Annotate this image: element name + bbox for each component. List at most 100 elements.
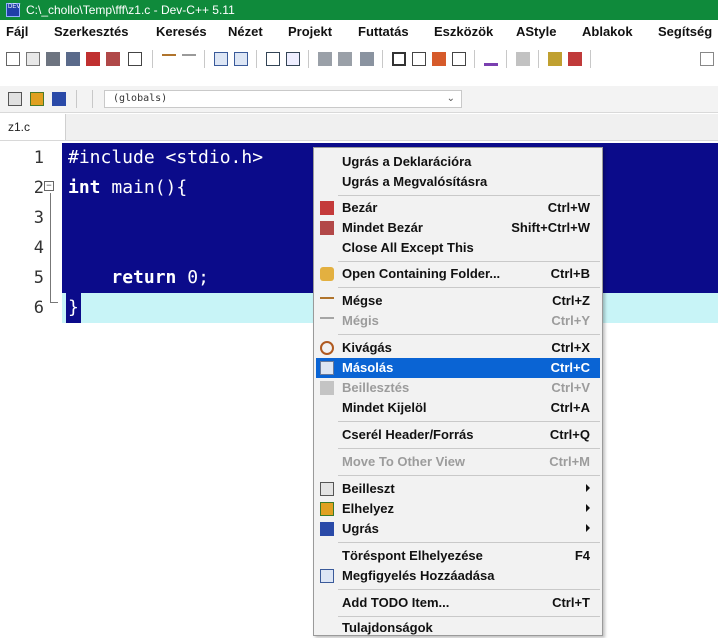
- menu-item-insert[interactable]: Beilleszt: [316, 479, 600, 499]
- save-all-icon[interactable]: [66, 52, 80, 66]
- menu-item-undo[interactable]: Mégse Ctrl+Z: [316, 291, 600, 311]
- menu-separator: [338, 421, 600, 422]
- goto-line-icon[interactable]: [266, 52, 280, 66]
- menu-file[interactable]: Fájl: [6, 24, 28, 39]
- folder-icon: [320, 267, 334, 281]
- toolbar-separator: [382, 50, 383, 68]
- insert-icon: [320, 482, 334, 496]
- menu-item-swap-header-source[interactable]: Cserél Header/Forrás Ctrl+Q: [316, 425, 600, 445]
- scope-combobox[interactable]: (globals) ⌄: [104, 90, 462, 108]
- devcpp-app-icon[interactable]: DEV: [6, 3, 20, 17]
- toolbar-separator: [92, 90, 93, 108]
- indent-icon[interactable]: [286, 52, 300, 66]
- menu-item-goto-bookmark[interactable]: Ugrás: [316, 519, 600, 539]
- layout-icon[interactable]: [452, 52, 466, 66]
- menu-item-close-all-except[interactable]: Close All Except This: [316, 238, 600, 258]
- fold-collapse-icon[interactable]: −: [44, 181, 54, 191]
- close-all-icon[interactable]: [106, 52, 120, 66]
- menu-separator: [338, 287, 600, 288]
- toolbar-separator: [538, 50, 539, 68]
- toolbar-separator: [474, 50, 475, 68]
- find-icon[interactable]: [214, 52, 228, 66]
- new-file-icon[interactable]: [6, 52, 20, 66]
- close-icon[interactable]: [86, 52, 100, 66]
- delete-icon[interactable]: [516, 52, 530, 66]
- menu-astyle[interactable]: AStyle: [516, 24, 556, 39]
- check-icon[interactable]: [484, 52, 498, 66]
- toolbar-separator: [204, 50, 205, 68]
- line-number: 1: [33, 148, 44, 168]
- submenu-arrow-icon: [586, 484, 590, 492]
- bookmark-toggle-icon[interactable]: [30, 92, 44, 106]
- fold-line: [50, 193, 51, 303]
- redo-icon[interactable]: [182, 54, 196, 62]
- menu-separator: [338, 542, 600, 543]
- menu-separator: [338, 261, 600, 262]
- print-icon[interactable]: [128, 52, 142, 66]
- menu-item-close[interactable]: Bezár Ctrl+W: [316, 198, 600, 218]
- line-gutter: 1 2 3 4 5 6 −: [0, 141, 62, 636]
- grid-icon[interactable]: [392, 52, 406, 66]
- menu-item-add-watch[interactable]: Megfigyelés Hozzáadása: [316, 566, 600, 586]
- editor-context-menu: Ugrás a Deklarációra Ugrás a Megvalósítá…: [313, 147, 603, 636]
- chart-icon[interactable]: [548, 52, 562, 66]
- window-icon[interactable]: [412, 52, 426, 66]
- menu-help[interactable]: Segítség: [658, 24, 712, 39]
- watch-icon: [320, 569, 334, 583]
- copy-icon: [320, 361, 334, 375]
- goto-bookmark-icon[interactable]: [52, 92, 66, 106]
- menu-item-select-all[interactable]: Mindet Kijelöl Ctrl+A: [316, 398, 600, 418]
- compile-run-icon[interactable]: [360, 52, 374, 66]
- menu-item-redo[interactable]: Mégis Ctrl+Y: [316, 311, 600, 331]
- menu-tools[interactable]: Eszközök: [434, 24, 493, 39]
- fold-end-marker: [50, 302, 58, 303]
- main-toolbar: [0, 44, 718, 74]
- menu-item-properties[interactable]: Tulajdonságok: [316, 618, 600, 638]
- close-all-icon: [320, 221, 334, 235]
- line-number: 5: [33, 268, 44, 288]
- menu-item-close-all[interactable]: Mindet Bezár Shift+Ctrl+W: [316, 218, 600, 238]
- goto-bookmark-icon: [320, 522, 334, 536]
- menu-item-goto-declaration[interactable]: Ugrás a Deklarációra: [316, 152, 600, 172]
- toolbar-separator: [76, 90, 77, 108]
- menu-item-toggle-bookmark[interactable]: Elhelyez: [316, 499, 600, 519]
- submenu-arrow-icon: [586, 524, 590, 532]
- menu-edit[interactable]: Szerkesztés: [54, 24, 128, 39]
- menu-project[interactable]: Projekt: [288, 24, 332, 39]
- toolbar-separator: [256, 50, 257, 68]
- toolbar-separator: [152, 50, 153, 68]
- class-icon[interactable]: [432, 52, 446, 66]
- chevron-down-icon[interactable]: ⌄: [447, 91, 455, 107]
- open-file-icon[interactable]: [26, 52, 40, 66]
- undo-icon: [320, 297, 334, 305]
- replace-icon[interactable]: [234, 52, 248, 66]
- menu-item-move-other-view[interactable]: Move To Other View Ctrl+M: [316, 452, 600, 472]
- menu-execute[interactable]: Futtatás: [358, 24, 409, 39]
- menu-item-copy[interactable]: Másolás Ctrl+C: [316, 358, 600, 378]
- menu-item-open-folder[interactable]: Open Containing Folder... Ctrl+B: [316, 264, 600, 284]
- menu-windows[interactable]: Ablakok: [582, 24, 633, 39]
- tab-z1c[interactable]: z1.c: [0, 114, 66, 140]
- menu-item-toggle-breakpoint[interactable]: Töréspont Elhelyezése F4: [316, 546, 600, 566]
- compile-icon[interactable]: [318, 52, 332, 66]
- line-number: 3: [33, 208, 44, 228]
- scissors-icon: [320, 341, 334, 355]
- menu-search[interactable]: Keresés: [156, 24, 207, 39]
- line-number: 4: [33, 238, 44, 258]
- menu-item-cut[interactable]: Kivágás Ctrl+X: [316, 338, 600, 358]
- menu-item-goto-definition[interactable]: Ugrás a Megvalósításra: [316, 172, 600, 192]
- compiler-select[interactable]: [700, 52, 714, 66]
- menu-separator: [338, 616, 600, 617]
- menu-item-add-todo[interactable]: Add TODO Item... Ctrl+T: [316, 593, 600, 613]
- window-title: C:\_chollo\Temp\fff\z1.c - Dev-C++ 5.11: [26, 3, 235, 17]
- menu-separator: [338, 334, 600, 335]
- menu-separator: [338, 475, 600, 476]
- debug-icon[interactable]: [568, 52, 582, 66]
- menu-item-paste[interactable]: Beillesztés Ctrl+V: [316, 378, 600, 398]
- undo-icon[interactable]: [162, 54, 176, 62]
- menu-view[interactable]: Nézet: [228, 24, 263, 39]
- run-icon[interactable]: [338, 52, 352, 66]
- editor-tabbar: z1.c: [0, 114, 718, 141]
- insert-icon[interactable]: [8, 92, 22, 106]
- save-icon[interactable]: [46, 52, 60, 66]
